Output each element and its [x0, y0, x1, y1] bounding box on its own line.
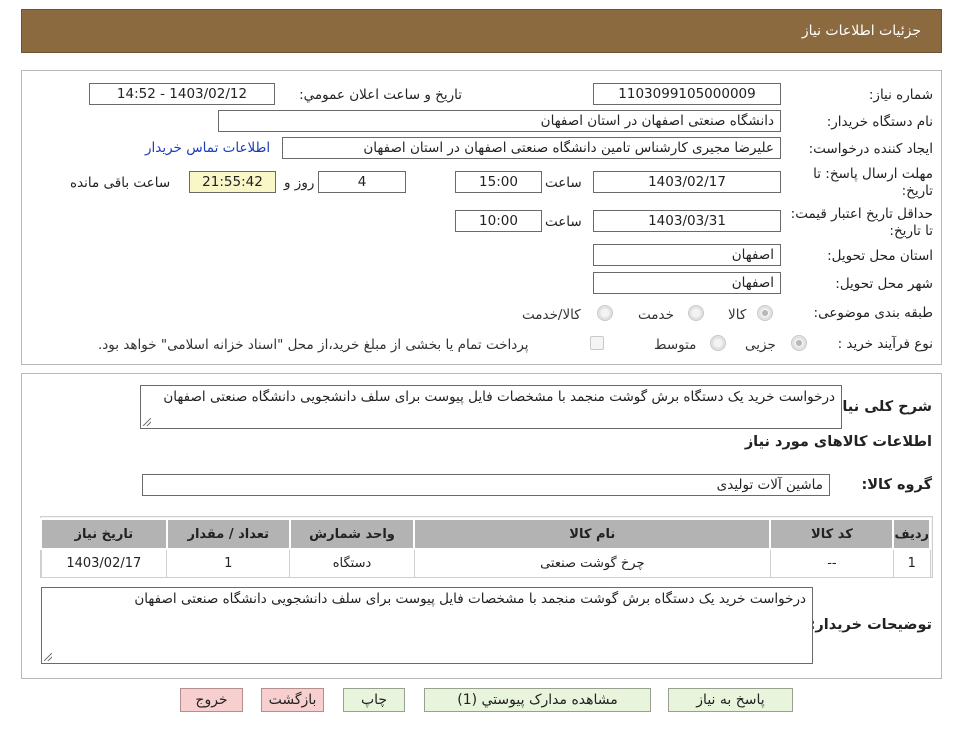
- buyer-contact-link[interactable]: اطلاعات تماس خریدار: [145, 140, 270, 156]
- summary-textarea: درخواست خرید یک دستگاه برش گوشت منجمد با…: [140, 385, 842, 429]
- back-button[interactable]: بازگشت: [261, 688, 324, 712]
- validity-label: حداقل تاریخ اعتبار قیمت: تا تاریخ:: [790, 206, 933, 239]
- cell-item-name: چرخ گوشت صنعتی: [413, 548, 771, 578]
- col-date-header: تاریخ نیاز: [40, 518, 168, 550]
- category-goods-service-label: کالا/خدمت: [522, 307, 581, 323]
- validity-time-label: ساعت: [545, 214, 582, 230]
- col-name-header: نام کالا: [413, 518, 772, 550]
- view-attachments-button[interactable]: مشاهده مدارک پیوستي (1): [424, 688, 651, 712]
- cell-need-date: 1403/02/17: [40, 548, 168, 578]
- print-button[interactable]: چاپ: [343, 688, 405, 712]
- col-qty-header: تعداد / مقدار: [165, 518, 291, 550]
- cell-unit: دستگاه: [289, 548, 415, 578]
- cell-quantity: 1: [166, 548, 291, 578]
- creator-field: علیرضا مجیری کارشناس تامین دانشگاه صنعتی…: [282, 137, 781, 159]
- exit-button[interactable]: خروج: [180, 688, 243, 712]
- buyer-notes-label: توضیحات خریدار:: [809, 617, 932, 633]
- city-label: شهر محل تحویل:: [835, 276, 933, 292]
- resize-grip-icon[interactable]: [143, 418, 151, 426]
- province-label: استان محل تحویل:: [827, 248, 933, 264]
- need-number-label: شماره نیاز:: [868, 87, 933, 103]
- goods-group-label: گروه کالا:: [861, 477, 932, 493]
- category-goods-radio[interactable]: [757, 305, 773, 321]
- category-goods-service-radio[interactable]: [597, 305, 613, 321]
- announce-label: تاریخ و ساعت اعلان عمومي:: [299, 87, 462, 103]
- days-remaining-field: 4: [318, 171, 406, 193]
- days-label: روز و: [284, 175, 315, 191]
- goods-group-field: ماشین آلات تولیدی: [142, 474, 830, 496]
- announce-datetime-field: 1403/02/12 - 14:52: [89, 83, 275, 105]
- col-unit-header: واحد شمارش: [288, 518, 416, 550]
- process-medium-radio[interactable]: [710, 335, 726, 351]
- category-label: طبقه بندی موضوعی:: [813, 305, 933, 321]
- buyer-notes-text: درخواست خرید یک دستگاه برش گوشت منجمد با…: [134, 591, 806, 607]
- category-service-radio[interactable]: [688, 305, 704, 321]
- items-heading: اطلاعات کالاهای مورد نیاز: [744, 434, 932, 450]
- need-number-field: 1103099105000009: [593, 83, 781, 105]
- summary-text: درخواست خرید یک دستگاه برش گوشت منجمد با…: [163, 389, 835, 405]
- remaining-label: ساعت باقی مانده: [70, 175, 171, 191]
- process-medium-label: متوسط: [654, 337, 697, 353]
- process-minor-radio[interactable]: [791, 335, 807, 351]
- cell-item-code: --: [769, 548, 894, 578]
- category-goods-label: کالا: [728, 307, 747, 323]
- table-header-row: ردیف کد کالا نام کالا واحد شمارش تعداد /…: [40, 518, 931, 550]
- process-minor-label: جزیی: [745, 337, 776, 353]
- need-details-panel: شرح کلی نیاز: درخواست خرید یک دستگاه برش…: [21, 373, 942, 679]
- deadline-time-label: ساعت: [545, 175, 582, 191]
- buyer-notes-textarea: درخواست خرید یک دستگاه برش گوشت منجمد با…: [41, 587, 813, 664]
- cell-row-number: 1: [892, 548, 931, 578]
- deadline-date-field: 1403/02/17: [593, 171, 781, 193]
- summary-label: شرح کلی نیاز:: [828, 399, 932, 415]
- province-field: اصفهان: [593, 244, 781, 266]
- page-header: جزئیات اطلاعات نیاز: [21, 9, 942, 53]
- deadline-time-field: 15:00: [455, 171, 542, 193]
- deadline-label: مهلت ارسال پاسخ: تا تاریخ:: [813, 166, 933, 199]
- validity-date-field: 1403/03/31: [593, 210, 781, 232]
- category-service-label: خدمت: [638, 307, 674, 323]
- col-code-header: کد کالا: [769, 518, 895, 550]
- items-table: ردیف کد کالا نام کالا واحد شمارش تعداد /…: [40, 518, 931, 578]
- process-label: نوع فرآیند خرید :: [837, 336, 933, 352]
- resize-grip-icon[interactable]: [44, 653, 52, 661]
- treasury-payment-checkbox[interactable]: [590, 336, 604, 350]
- creator-label: ایجاد کننده درخواست:: [808, 141, 933, 157]
- page-title: جزئیات اطلاعات نیاز: [801, 23, 921, 39]
- remaining-time-field: 21:55:42: [189, 171, 276, 193]
- city-field: اصفهان: [593, 272, 781, 294]
- validity-time-field: 10:00: [455, 210, 542, 232]
- table-row: 1 -- چرخ گوشت صنعتی دستگاه 1 1403/02/17: [40, 548, 931, 578]
- buyer-org-field: دانشگاه صنعتی اصفهان در استان اصفهان: [218, 110, 781, 132]
- treasury-payment-note: پرداخت تمام یا بخشی از مبلغ خرید،از محل …: [98, 337, 529, 353]
- buyer-org-label: نام دستگاه خریدار:: [826, 114, 933, 130]
- col-row-header: ردیف: [892, 518, 931, 550]
- reply-button[interactable]: پاسخ به نیاز: [668, 688, 793, 712]
